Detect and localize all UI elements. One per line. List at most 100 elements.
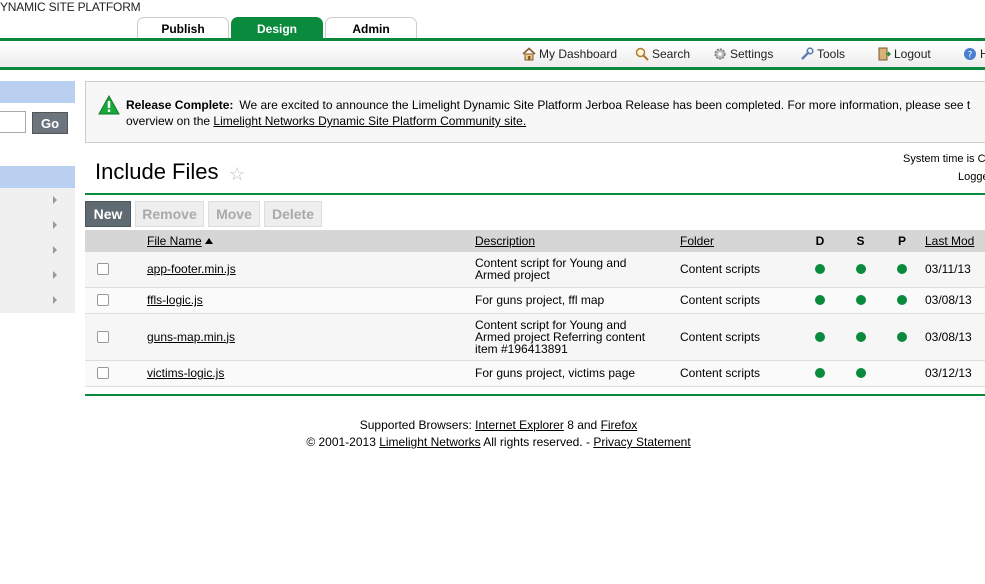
dev-status-dot-icon bbox=[815, 331, 825, 342]
search-link[interactable]: Search bbox=[635, 47, 690, 61]
logout-label: Logout bbox=[894, 47, 931, 61]
file-folder: Content scripts bbox=[680, 287, 800, 314]
last-mod-sort-link[interactable]: Last Mod bbox=[925, 234, 974, 248]
prod-status-empty bbox=[881, 360, 923, 387]
sidebar-expand-arrow-icon[interactable] bbox=[53, 296, 57, 304]
row-checkbox[interactable] bbox=[97, 330, 109, 343]
s-column-header: S bbox=[840, 230, 881, 252]
sidebar-search-input[interactable] bbox=[0, 111, 26, 133]
file-name-link[interactable]: app-footer.min.js bbox=[147, 262, 236, 276]
row-checkbox[interactable] bbox=[97, 367, 109, 379]
ie-version: 8 and bbox=[563, 418, 601, 432]
help-label: H bbox=[980, 47, 985, 61]
logout-link[interactable]: Logout bbox=[877, 47, 931, 61]
tab-admin[interactable]: Admin bbox=[325, 17, 417, 39]
favorite-star-icon[interactable]: ☆ bbox=[229, 164, 245, 185]
sidebar-expand-arrow-icon[interactable] bbox=[53, 271, 57, 279]
sort-ascending-icon bbox=[204, 238, 213, 244]
copyright-line: © 2001-2013 Limelight Networks All right… bbox=[0, 434, 985, 451]
browsers-prefix: Supported Browsers: bbox=[359, 418, 476, 432]
row-checkbox[interactable] bbox=[97, 263, 109, 276]
title-underline bbox=[85, 193, 985, 195]
sidebar-nav-header bbox=[0, 166, 75, 188]
table-header-row: File Name Description Folder D S P Last … bbox=[85, 230, 985, 252]
settings-label: Settings bbox=[730, 47, 774, 61]
delete-button[interactable]: Delete bbox=[264, 201, 322, 227]
tools-link[interactable]: Tools bbox=[800, 47, 845, 61]
tools-label: Tools bbox=[817, 47, 846, 61]
row-checkbox[interactable] bbox=[97, 294, 109, 306]
search-label: Search bbox=[652, 47, 691, 61]
go-button[interactable]: Go bbox=[32, 112, 68, 134]
copyright-text: © 2001-2013 bbox=[306, 435, 380, 449]
dashboard-link[interactable]: My Dashboard bbox=[522, 47, 617, 61]
sidebar-expand-arrow-icon[interactable] bbox=[53, 246, 57, 254]
rights-text: All rights reserved. - bbox=[480, 435, 594, 449]
tabs-underline bbox=[0, 38, 985, 41]
search-icon bbox=[635, 47, 649, 61]
stage-status-dot-icon bbox=[855, 264, 866, 275]
top-toolbar: My Dashboard Search Settings Tools Logou… bbox=[0, 42, 985, 67]
page-title: Include Files bbox=[95, 159, 219, 184]
action-buttons: New Remove Move Delete bbox=[85, 201, 322, 227]
file-name-sort-link[interactable]: File Name bbox=[147, 234, 202, 248]
p-column-header: P bbox=[881, 230, 923, 252]
table-row: victims-logic.js For guns project, victi… bbox=[85, 360, 985, 387]
privacy-link[interactable]: Privacy Statement bbox=[593, 435, 690, 449]
help-link[interactable]: ? H bbox=[963, 47, 985, 61]
table-row: guns-map.min.js Content script for Young… bbox=[85, 313, 985, 361]
page-footer: Supported Browsers: Internet Explorer 8 … bbox=[0, 417, 985, 451]
gear-icon bbox=[714, 48, 726, 60]
file-name-link[interactable]: ffls-logic.js bbox=[147, 293, 203, 307]
sidebar-search-header bbox=[0, 81, 75, 103]
tab-design[interactable]: Design bbox=[231, 17, 323, 39]
file-name-link[interactable]: guns-map.min.js bbox=[147, 330, 235, 344]
logout-door-icon bbox=[878, 47, 891, 61]
table-bottom-rule bbox=[85, 394, 985, 396]
include-files-table: File Name Description Folder D S P Last … bbox=[85, 230, 985, 387]
description-sort-link[interactable]: Description bbox=[475, 234, 535, 248]
table-row: app-footer.min.js Content script for You… bbox=[85, 252, 985, 288]
file-description: Content script for Young and Armed proje… bbox=[475, 317, 646, 356]
prod-status-dot-icon bbox=[897, 331, 907, 342]
file-description: Content script for Young and Armed proje… bbox=[475, 256, 627, 283]
notice-title: Release Complete: bbox=[126, 98, 234, 112]
table-row: ffls-logic.js For guns project, ffl map … bbox=[85, 287, 985, 314]
notice-text: We are excited to announce the Limelight… bbox=[239, 98, 971, 112]
prod-status-dot-icon bbox=[897, 295, 907, 305]
firefox-link[interactable]: Firefox bbox=[601, 418, 638, 432]
company-link[interactable]: Limelight Networks bbox=[379, 435, 480, 449]
logged-in-info: Logge bbox=[958, 171, 985, 183]
file-folder: Content scripts bbox=[680, 252, 800, 288]
main-tabs: Publish Design Admin bbox=[137, 17, 417, 39]
tab-publish[interactable]: Publish bbox=[137, 17, 229, 39]
remove-button[interactable]: Remove bbox=[135, 201, 204, 227]
last-modified: 03/08/13 bbox=[923, 287, 985, 314]
dev-status-dot-icon bbox=[815, 264, 825, 275]
ie-link[interactable]: Internet Explorer bbox=[475, 418, 564, 432]
dev-status-dot-icon bbox=[815, 295, 825, 305]
stage-status-dot-icon bbox=[855, 331, 866, 342]
file-folder: Content scripts bbox=[680, 360, 800, 387]
select-column-header bbox=[85, 230, 147, 252]
release-notice: Release Complete: We are excited to annou… bbox=[85, 81, 985, 143]
folder-sort-link[interactable]: Folder bbox=[680, 234, 714, 248]
file-folder: Content scripts bbox=[680, 313, 800, 361]
settings-link[interactable]: Settings bbox=[713, 47, 773, 61]
move-button[interactable]: Move bbox=[208, 201, 260, 227]
file-description: For guns project, ffl map bbox=[475, 293, 605, 307]
supported-browsers: Supported Browsers: Internet Explorer 8 … bbox=[0, 417, 985, 434]
new-button[interactable]: New bbox=[85, 201, 131, 227]
dashboard-label: My Dashboard bbox=[539, 47, 618, 61]
last-modified: 03/08/13 bbox=[923, 313, 985, 361]
prod-status-dot-icon bbox=[897, 264, 907, 275]
file-name-link[interactable]: victims-logic.js bbox=[147, 366, 224, 380]
system-time: System time is C bbox=[903, 153, 985, 165]
d-column-header: D bbox=[800, 230, 840, 252]
sidebar-expand-arrow-icon[interactable] bbox=[53, 196, 57, 204]
home-icon bbox=[522, 47, 536, 61]
sidebar-expand-arrow-icon[interactable] bbox=[53, 221, 57, 229]
svg-text:?: ? bbox=[968, 51, 973, 61]
community-site-link[interactable]: Limelight Networks Dynamic Site Platform… bbox=[213, 114, 526, 128]
sidebar-nav-panel bbox=[0, 188, 75, 313]
